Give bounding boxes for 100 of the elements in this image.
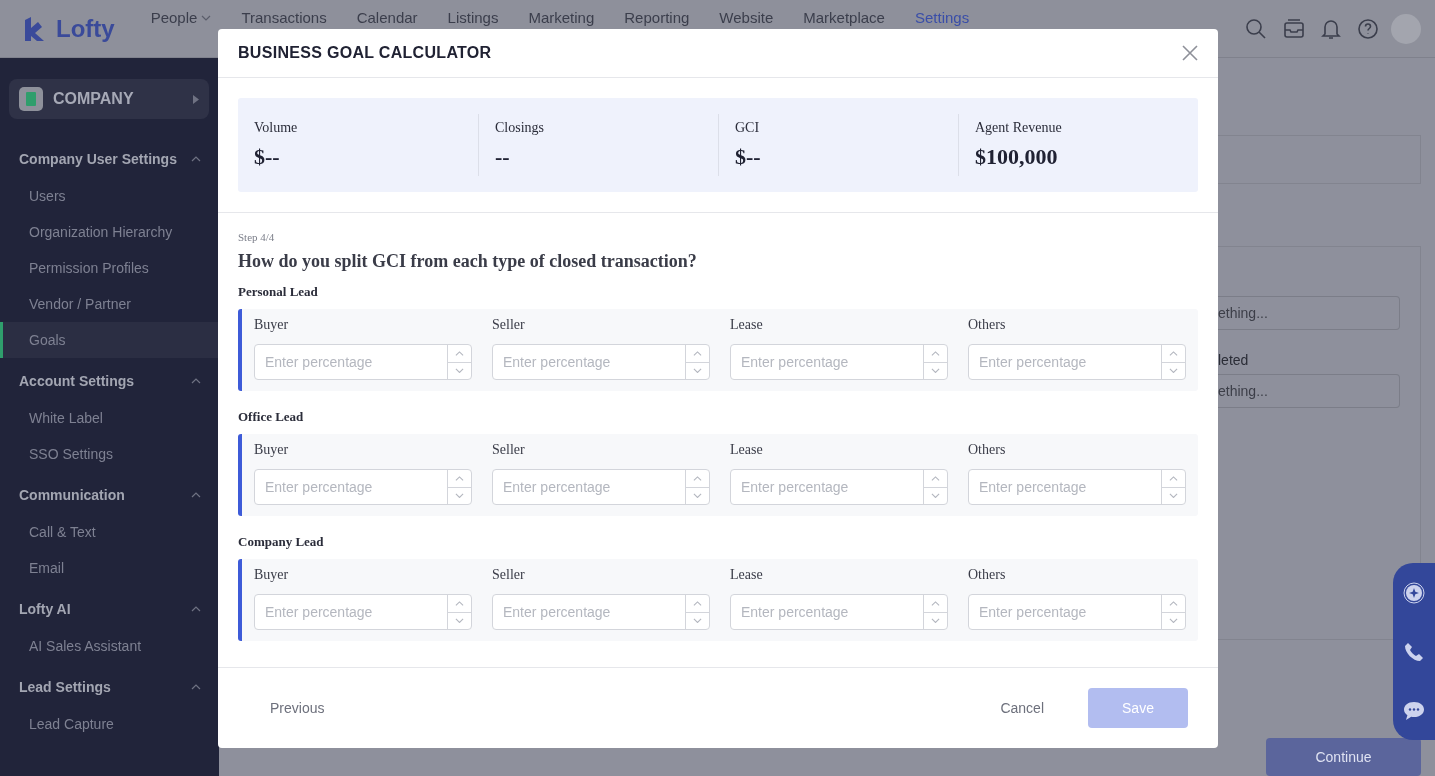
stat-label: GCI xyxy=(735,120,761,136)
percentage-input[interactable]: Enter percentage xyxy=(968,344,1186,380)
sidebar-item[interactable]: Organization Hierarchy xyxy=(0,214,219,250)
nav-link[interactable]: Website xyxy=(719,9,774,26)
sparkle-icon[interactable] xyxy=(1403,582,1425,605)
sidebar-item[interactable]: Lead Capture xyxy=(0,706,219,742)
sidebar-item[interactable]: Vendor / Partner xyxy=(0,286,219,322)
section-header[interactable]: Communication xyxy=(0,476,219,514)
question-text: How do you split GCI from each type of closed transaction? xyxy=(238,251,698,272)
previous-button[interactable]: Previous xyxy=(254,692,341,724)
chevron-icon xyxy=(191,492,201,498)
text-field[interactable]: ething... xyxy=(1218,295,1400,330)
percentage-input[interactable]: Enter percentage xyxy=(254,594,472,630)
percentage-input[interactable]: Enter percentage xyxy=(254,469,472,505)
search-icon[interactable] xyxy=(1245,17,1267,40)
field-label: Others xyxy=(968,567,1007,583)
field-label: Seller xyxy=(492,567,526,583)
stat-label: Agent Revenue xyxy=(975,120,1063,136)
percentage-input[interactable]: Enter percentage xyxy=(968,469,1186,505)
group-title: Office Lead xyxy=(238,409,305,425)
chevron-up-icon xyxy=(693,350,702,356)
chevron-up-icon xyxy=(1169,600,1178,606)
sidebar-item[interactable]: White Label xyxy=(0,400,219,436)
field-label: Lease xyxy=(730,442,764,458)
inbox-icon[interactable] xyxy=(1283,17,1305,40)
chat-icon[interactable] xyxy=(1403,700,1425,721)
document-icon xyxy=(19,87,43,111)
sidebar-item[interactable]: AI Sales Assistant xyxy=(0,628,219,664)
logo-text: Lofty xyxy=(56,14,115,43)
nav-link[interactable]: Settings xyxy=(914,9,970,26)
account-switcher[interactable]: COMPANY xyxy=(9,79,209,119)
chevron-down-icon xyxy=(1169,368,1178,374)
chevron-up-icon xyxy=(455,475,464,481)
chevron-up-icon xyxy=(455,350,464,356)
chevron-down-icon xyxy=(1169,618,1178,624)
chevron-up-icon xyxy=(1169,475,1178,481)
field-label: Lease xyxy=(730,317,764,333)
nav-link[interactable]: Listings xyxy=(447,9,499,26)
percentage-input[interactable]: Enter percentage xyxy=(492,344,710,380)
notification-bell-icon[interactable] xyxy=(1321,17,1341,40)
section-header[interactable]: Company User Settings xyxy=(0,140,219,178)
help-icon[interactable] xyxy=(1357,17,1379,40)
chevron-icon xyxy=(191,156,201,162)
field-label: leted xyxy=(1218,351,1250,368)
stat-value: -- xyxy=(495,144,511,170)
sidebar-item[interactable]: Goals xyxy=(0,322,219,358)
nav-link[interactable]: Calendar xyxy=(356,9,418,26)
nav-link[interactable]: Reporting xyxy=(624,9,690,26)
chevron-down-icon xyxy=(931,368,940,374)
chevron-down-icon xyxy=(693,493,702,499)
chevron-down-icon xyxy=(1169,493,1178,499)
chevron-up-icon xyxy=(931,350,940,356)
chevron-up-icon xyxy=(455,600,464,606)
percentage-input[interactable]: Enter percentage xyxy=(254,344,472,380)
stat-label: Closings xyxy=(495,120,545,136)
field-label: Buyer xyxy=(254,442,290,458)
percentage-input[interactable]: Enter percentage xyxy=(968,594,1186,630)
percentage-input[interactable]: Enter percentage xyxy=(730,344,948,380)
nav-link[interactable]: People xyxy=(150,9,212,26)
nav-link[interactable]: Marketing xyxy=(528,9,595,26)
chevron-up-icon xyxy=(693,475,702,481)
group-title: Personal Lead xyxy=(238,284,319,300)
section-header[interactable]: Lofty AI xyxy=(0,590,219,628)
sidebar-item[interactable]: Call & Text xyxy=(0,514,219,550)
chevron-up-icon xyxy=(931,475,940,481)
nav-link[interactable]: Marketplace xyxy=(803,9,885,26)
field-label: Others xyxy=(968,317,1007,333)
cancel-button[interactable]: Cancel xyxy=(984,692,1060,724)
sidebar-item[interactable]: SSO Settings xyxy=(0,436,219,472)
phone-icon[interactable] xyxy=(1404,642,1424,663)
group-title: Company Lead xyxy=(238,534,325,550)
stat-label: Volume xyxy=(254,120,299,136)
caret-icon xyxy=(193,94,199,104)
chevron-up-icon xyxy=(931,600,940,606)
section-header[interactable]: Account Settings xyxy=(0,362,219,400)
field-label: Seller xyxy=(492,442,526,458)
stat-value: $100,000 xyxy=(975,144,1059,170)
percentage-input[interactable]: Enter percentage xyxy=(492,594,710,630)
percentage-input[interactable]: Enter percentage xyxy=(492,469,710,505)
chevron-down-icon xyxy=(455,368,464,374)
sidebar-item[interactable]: Email xyxy=(0,550,219,586)
nav-link[interactable]: Transactions xyxy=(241,9,327,26)
stat-value: $-- xyxy=(735,144,762,170)
section-header[interactable]: Lead Settings xyxy=(0,668,219,706)
field-label: Buyer xyxy=(254,567,290,583)
dialog-title: BUSINESS GOAL CALCULATOR xyxy=(238,44,492,62)
sidebar-item[interactable]: Permission Profiles xyxy=(0,250,219,286)
percentage-input[interactable]: Enter percentage xyxy=(730,594,948,630)
continue-button[interactable]: Continue xyxy=(1266,738,1421,776)
step-indicator: Step 4/4 xyxy=(238,231,276,243)
chevron-down-icon xyxy=(931,618,940,624)
sidebar-item[interactable]: Users xyxy=(0,178,219,214)
chevron-down-icon xyxy=(455,493,464,499)
dropdown-caret-icon xyxy=(201,14,212,21)
close-button[interactable] xyxy=(1182,45,1198,61)
chevron-icon xyxy=(191,378,201,384)
percentage-input[interactable]: Enter percentage xyxy=(730,469,948,505)
chevron-icon xyxy=(191,684,201,690)
field-label: Buyer xyxy=(254,317,290,333)
text-field[interactable]: ething... xyxy=(1218,373,1400,408)
